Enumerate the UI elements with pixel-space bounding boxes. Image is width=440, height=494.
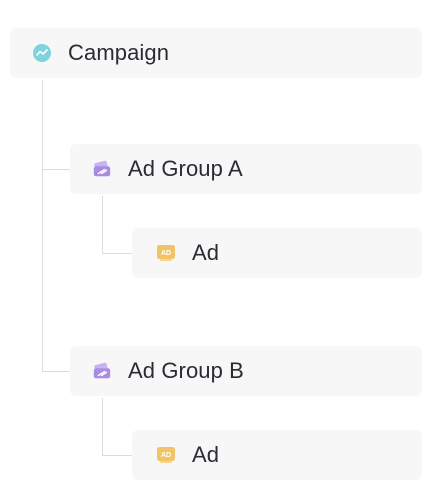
tree-node-ad-b[interactable]: AD Ad <box>132 430 422 480</box>
ad-label: Ad <box>192 240 220 265</box>
svg-text:AD: AD <box>161 250 171 257</box>
ad-group-tag-icon <box>92 361 112 381</box>
connector-campaign-vertical <box>42 80 43 372</box>
connector-ad-b-horizontal <box>102 455 132 456</box>
ad-group-tag-icon <box>92 159 112 179</box>
connector-group-a-horizontal <box>42 169 70 170</box>
connector-group-b-vertical <box>102 398 103 456</box>
ad-badge-icon: AD <box>156 243 176 263</box>
connector-group-a-vertical <box>102 196 103 254</box>
svg-text:AD: AD <box>161 452 171 459</box>
tree-node-ad-group-b[interactable]: Ad Group B <box>70 346 422 396</box>
ad-label: Ad <box>192 442 220 467</box>
tree-node-ad-a[interactable]: AD Ad <box>132 228 422 278</box>
ad-group-a-label: Ad Group A <box>128 156 243 181</box>
connector-group-b-horizontal <box>42 371 70 372</box>
connector-ad-a-horizontal <box>102 253 132 254</box>
ad-badge-icon: AD <box>156 445 176 465</box>
ad-group-b-label: Ad Group B <box>128 358 244 383</box>
tree-node-ad-group-a[interactable]: Ad Group A <box>70 144 422 194</box>
campaign-trend-icon <box>32 43 52 63</box>
tree-node-campaign[interactable]: Campaign <box>10 28 422 78</box>
campaign-label: Campaign <box>68 40 170 65</box>
